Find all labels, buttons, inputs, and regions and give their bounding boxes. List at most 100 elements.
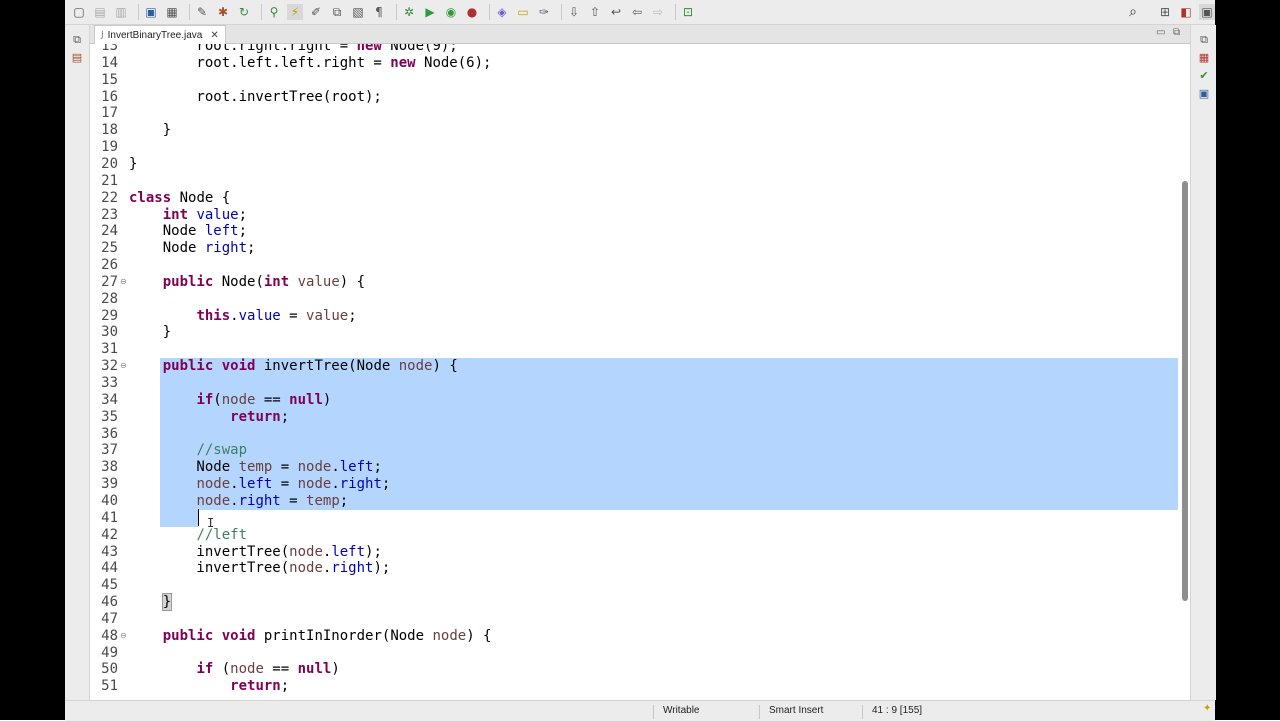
code-line[interactable]: 39 node.left = node.right; (90, 476, 1178, 494)
code-line[interactable]: 37 //swap (90, 442, 1178, 460)
prev-annotation-icon[interactable]: ⇧ (587, 4, 603, 20)
code-line[interactable]: 43 invertTree(node.left); (90, 544, 1178, 561)
maximize-icon[interactable]: ⧉ (1173, 27, 1180, 38)
build-icon[interactable]: ✱ (215, 4, 231, 20)
code-line[interactable]: 40 node.right = temp; (90, 492, 1178, 510)
code-line[interactable]: 47 (90, 611, 1178, 628)
code-line[interactable]: 20} (90, 156, 1178, 173)
annotation-icon[interactable]: ✐ (308, 4, 324, 20)
code-line[interactable]: 36 (90, 425, 1178, 443)
code-line[interactable]: 21 (90, 173, 1178, 190)
cut-icon[interactable]: ✎ (194, 4, 210, 20)
code-line[interactable]: 16 root.invertTree(root); (90, 89, 1178, 106)
external-tools-icon[interactable]: ● (464, 4, 480, 20)
new-icon[interactable]: ▢ (71, 4, 87, 20)
lightbulb-icon[interactable]: ✦ (1203, 703, 1211, 714)
code-line[interactable]: 27 ⊖ public Node(int value) { (90, 274, 1178, 291)
code-line[interactable]: 46 } (90, 593, 1178, 612)
console-icon[interactable]: ▣ (1197, 87, 1211, 101)
code-line[interactable]: 14 root.left.left.right = new Node(6); (90, 55, 1178, 72)
restore-icon[interactable]: ⧉ (1197, 33, 1211, 47)
left-trim-stack: ⧉ ▤ (65, 25, 90, 700)
close-icon[interactable]: ✕ (210, 30, 218, 41)
save-all-icon[interactable]: ▥ (113, 4, 129, 20)
line-number: 31 (101, 341, 118, 358)
code-line[interactable]: 19 (90, 139, 1178, 156)
pin-icon[interactable]: ⚲ (266, 4, 282, 20)
vertical-scrollbar[interactable] (1178, 44, 1190, 700)
code-line[interactable]: 13 root.right.right = new Node(9); (90, 44, 1178, 55)
code-line[interactable]: 26 (90, 257, 1178, 274)
save-icon[interactable]: ▤ (92, 4, 108, 20)
open-perspective-icon[interactable]: ⊞ (1157, 4, 1173, 20)
code-line[interactable]: 50 if (node == null) (90, 661, 1178, 678)
java-perspective-icon[interactable]: ◧ (1178, 4, 1194, 20)
debug-icon[interactable]: ✲ (401, 4, 417, 20)
back-nav-icon[interactable]: ⇦ (629, 4, 645, 20)
fold-collapse-icon[interactable]: ⊖ (120, 631, 127, 640)
line-number: 24 (101, 223, 118, 240)
brush-icon[interactable]: ✑ (536, 4, 552, 20)
code-line[interactable]: 41 (90, 509, 1178, 527)
code-line[interactable]: 42 //left (90, 527, 1178, 544)
debug-perspective-icon[interactable]: ▣ (1199, 4, 1215, 20)
code-line[interactable]: 31 (90, 341, 1178, 358)
code-line[interactable]: 23 int value; (90, 207, 1178, 224)
coverage-icon[interactable]: ◉ (443, 4, 459, 20)
code-token: return (230, 408, 281, 425)
compare-icon[interactable]: ⧉ (329, 4, 345, 20)
code-line[interactable]: 35 return; (90, 408, 1178, 426)
open-console-icon[interactable]: ⊡ (680, 4, 696, 20)
print-icon[interactable]: ▦ (164, 4, 180, 20)
right-trim-stack: ⧉ ▦ ✔ ▣ (1190, 25, 1216, 700)
run-icon[interactable]: ▶ (422, 4, 438, 20)
ibeam-cursor-icon: I (207, 516, 215, 530)
code-line[interactable]: 22 class Node { (90, 190, 1178, 207)
code-line[interactable]: 28 (90, 291, 1178, 308)
code-token: invertTree( (129, 543, 290, 560)
code-line[interactable]: 49 (90, 645, 1178, 662)
code-line[interactable]: 33 (90, 375, 1178, 392)
back-icon[interactable]: ↩ (608, 4, 624, 20)
editor-tab[interactable]: J InvertBinaryTree.java ✕ (94, 25, 226, 44)
forward-nav-icon[interactable]: ⇨ (650, 4, 666, 20)
code-line[interactable]: 18 } (90, 122, 1178, 139)
code-editor[interactable]: 13 root.right.right = new Node(9); 14 roo… (90, 44, 1178, 700)
code-text: if (node == null) (129, 661, 339, 678)
code-line[interactable]: 38 Node temp = node.left; (90, 459, 1178, 477)
refresh-icon[interactable]: ↻ (236, 4, 252, 20)
minimize-icon[interactable]: ▭ (1156, 27, 1165, 38)
package-explorer-icon[interactable]: ▤ (70, 51, 84, 65)
search-icon[interactable]: ⌕ (1125, 4, 1141, 20)
code-line[interactable]: 51 return; (90, 678, 1178, 695)
restore-icon[interactable]: ⧉ (70, 33, 84, 47)
code-line[interactable]: 25 Node right; (90, 240, 1178, 257)
code-line[interactable]: 45 (90, 577, 1178, 594)
selection-highlight (160, 442, 1178, 460)
code-token: Node(9); (381, 44, 458, 54)
format-icon[interactable]: ▧ (350, 4, 366, 20)
code-line[interactable]: 15 (90, 72, 1178, 89)
code-token: new (390, 54, 416, 71)
code-token: = (272, 459, 298, 476)
code-line[interactable]: 30 } (90, 324, 1178, 341)
code-line[interactable]: 44 invertTree(node.right); (90, 560, 1178, 577)
code-line[interactable]: 48 ⊖ public void printInInorder(Node node… (90, 628, 1178, 645)
code-line[interactable]: 34 if(node == null) (90, 391, 1178, 409)
code-line[interactable]: 29 this.value = value; (90, 308, 1178, 325)
highlight-icon[interactable]: ⚡ (287, 4, 303, 20)
code-line[interactable]: 24 Node left; (90, 223, 1178, 240)
fold-collapse-icon[interactable]: ⊖ (120, 277, 127, 286)
terminal-icon[interactable]: ▣ (143, 4, 159, 20)
task-list-icon[interactable]: ✔ (1197, 69, 1211, 83)
outline-icon[interactable]: ▦ (1197, 51, 1211, 65)
code-token: ; (280, 408, 290, 425)
next-annotation-icon[interactable]: ⇩ (566, 4, 582, 20)
open-type-icon[interactable]: ◈ (494, 4, 510, 20)
open-folder-icon[interactable]: ▭ (515, 4, 531, 20)
paragraph-icon[interactable]: ¶ (371, 4, 387, 20)
code-line[interactable]: 17 (90, 105, 1178, 122)
code-line[interactable]: 32 ⊖ public void invertTree(Node node) { (90, 358, 1178, 376)
fold-collapse-icon[interactable]: ⊖ (120, 362, 127, 370)
scrollbar-thumb[interactable] (1182, 181, 1188, 601)
